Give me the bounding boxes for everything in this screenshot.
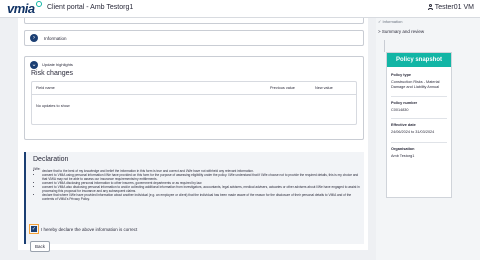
col-field-name: Field name — [36, 86, 55, 90]
declaration-bullet: consent to VMIA also disclosing personal… — [42, 185, 360, 193]
user-name: Tester01 VM — [434, 4, 474, 11]
logo-text: vmia — [7, 1, 35, 16]
policy-number-label: Policy number — [391, 101, 418, 105]
chevron-down-icon[interactable]: ⌄ — [30, 61, 38, 69]
declaration-list: declare that to the best of my knowledge… — [35, 169, 360, 201]
risk-changes-heading: Risk changes — [31, 70, 74, 77]
previous-section-card — [24, 18, 364, 24]
step-summary[interactable]: > Summary and review — [378, 29, 424, 34]
divider — [391, 118, 447, 119]
user-icon — [427, 4, 433, 10]
user-menu[interactable]: Tester01 VM — [427, 4, 474, 11]
organisation-label: Organisation — [391, 147, 415, 151]
risk-changes-table: Field name Previous value New value No u… — [31, 81, 357, 125]
empty-state-text: No updates to show — [36, 104, 70, 108]
top-header: vmia Client portal - Amb Testorg1 Tester… — [0, 0, 480, 18]
step-information-label: Information — [382, 19, 403, 24]
policy-type-value: Construction Risks - Material Damage and… — [391, 80, 440, 89]
policy-snapshot-card: Policy snapshot Policy type Construction… — [386, 52, 452, 198]
declaration-checkbox[interactable]: ✓ — [31, 226, 37, 232]
portal-title: Client portal - Amb Testorg1 — [47, 4, 134, 11]
information-title: Information — [44, 36, 67, 41]
sidebar: ✓ Information > Summary and review Polic… — [376, 18, 480, 260]
declaration-checkbox-label[interactable]: I hereby declare the above information i… — [41, 227, 137, 232]
declaration-bullet: consent to VMIA using personal informati… — [42, 173, 360, 181]
form-panel: › Information ⌄ Update highlights Risk c… — [18, 18, 368, 250]
organisation-value: Amb Testorg1 — [391, 154, 415, 158]
step-information[interactable]: ✓ Information — [378, 19, 402, 24]
effective-date-label: Effective date — [391, 123, 416, 127]
divider — [391, 96, 447, 97]
policy-snapshot-title: Policy snapshot — [387, 53, 451, 67]
vmia-logo[interactable]: vmia — [7, 1, 42, 16]
back-button[interactable]: Back — [30, 241, 50, 252]
update-highlights-title: Update highlights — [42, 62, 73, 67]
table-header-row: Field name Previous value New value — [32, 82, 356, 95]
step-summary-label: Summary and review — [381, 29, 425, 34]
col-new-value: New value — [315, 86, 333, 90]
declaration-section: Declaration I/We: declare that to the be… — [24, 152, 364, 244]
policy-number-value: C0014830 — [391, 108, 409, 112]
declaration-title: Declaration — [33, 156, 69, 163]
declaration-bullet: declare that where I/We have provided in… — [42, 193, 360, 201]
divider — [391, 142, 447, 143]
effective-date-value: 24/06/2024 to 31/03/2024 — [391, 130, 435, 134]
policy-type-label: Policy type — [391, 73, 412, 77]
col-previous-value: Previous value — [270, 86, 295, 90]
logo-ring-icon — [36, 1, 42, 7]
update-highlights-section: ⌄ Update highlights Risk changes Field n… — [24, 56, 364, 140]
step-connector — [384, 40, 385, 52]
information-section[interactable]: › Information — [24, 30, 364, 46]
chevron-right-icon[interactable]: › — [30, 34, 38, 42]
